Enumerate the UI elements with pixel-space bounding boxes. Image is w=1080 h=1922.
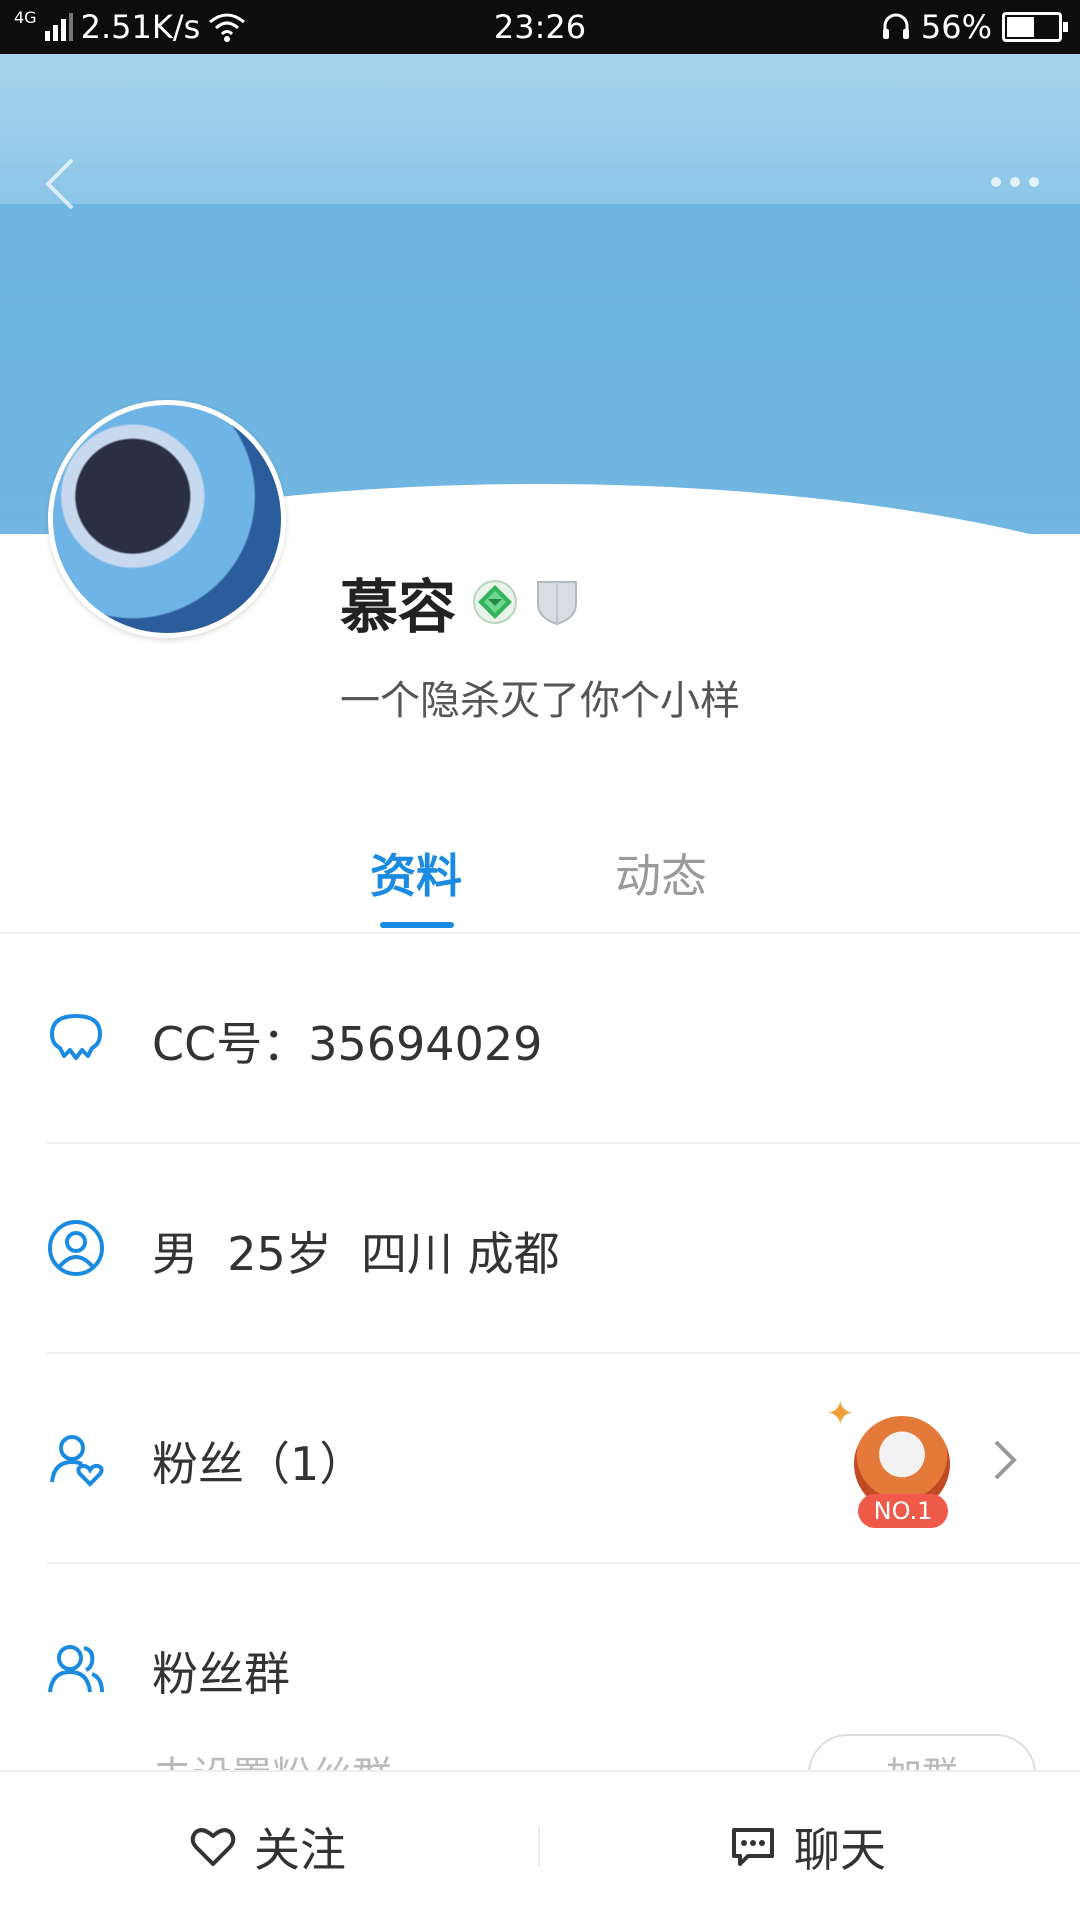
follow-button[interactable]: 关注 [190, 1772, 346, 1922]
sparkle-icon: ✦ [826, 1394, 855, 1434]
basic-info: 男 25岁 四川 成都 [152, 1227, 560, 1281]
heart-icon [190, 1828, 236, 1866]
cc-number: CC号：35694029 [152, 1017, 543, 1071]
tab-bar: 资料 动态 [0, 820, 1080, 934]
chevron-left-icon[interactable] [40, 154, 80, 214]
tab-profile[interactable]: 资料 [370, 840, 462, 906]
chat-bubble-icon [732, 1828, 774, 1866]
bottom-action-bar: 关注 聊天 [0, 1770, 1080, 1922]
profile-name: 慕容 [340, 573, 457, 641]
chat-label: 聊天 [794, 1823, 886, 1877]
fan-group-row: 粉丝群 未设置粉丝群 加群 [0, 1564, 1080, 1818]
shield-badge-icon [537, 581, 578, 626]
basic-info-row: 男 25岁 四川 成都 [0, 1144, 1080, 1354]
tab-activity[interactable]: 动态 [615, 840, 707, 906]
status-bar: 4G 2.51K/s 23:26 56% [0, 0, 1080, 54]
user-circle-icon [48, 1220, 104, 1276]
battery-icon [1002, 12, 1068, 42]
avatar[interactable] [48, 400, 286, 638]
shell-icon [50, 1014, 102, 1060]
follow-label: 关注 [254, 1823, 346, 1877]
level-gem-icon [473, 580, 518, 624]
fans-row[interactable]: 粉丝（1） ✦ NO.1 [0, 1354, 1080, 1564]
more-dots-icon[interactable] [990, 174, 1040, 190]
chat-button[interactable]: 聊天 [730, 1772, 886, 1922]
profile-signature: 一个隐杀灭了你个小样 [340, 678, 740, 724]
status-right: 56% [881, 8, 1068, 46]
headphones-icon [882, 13, 909, 39]
fans-heart-icon [50, 1435, 104, 1487]
top-fan-badge: NO.1 [858, 1494, 948, 1528]
fan-group-label: 粉丝群 [152, 1647, 290, 1701]
cc-number-row: CC号：35694029 [0, 934, 1080, 1144]
chevron-right-icon[interactable] [990, 1438, 1020, 1482]
tab-active-indicator [380, 922, 454, 928]
name-row: 慕容 [340, 560, 580, 644]
battery-percent: 56% [920, 8, 992, 46]
group-users-icon [48, 1645, 104, 1693]
fans-count: 粉丝（1） [152, 1437, 366, 1491]
